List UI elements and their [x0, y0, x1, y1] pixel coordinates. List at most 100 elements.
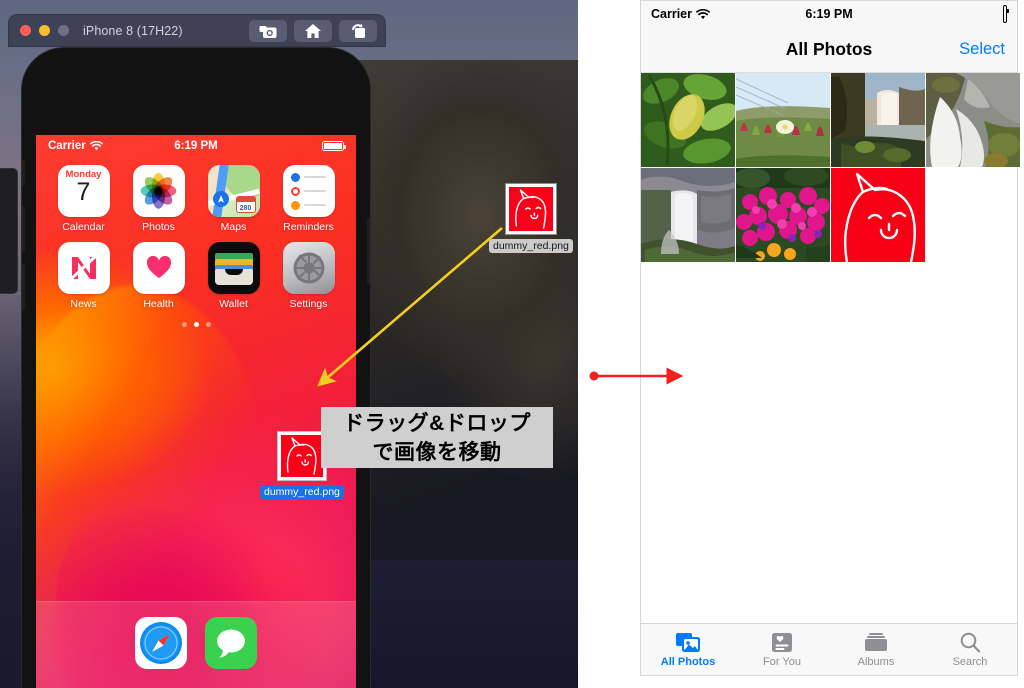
- tab-for-you[interactable]: For You: [735, 632, 829, 668]
- settings-icon[interactable]: [282, 242, 335, 294]
- photo-pink-flowers[interactable]: [736, 168, 830, 262]
- photo-thumbnail: [831, 73, 925, 167]
- app-label-reminders: Reminders: [283, 221, 334, 233]
- tab-label-all-photos: All Photos: [660, 655, 716, 668]
- ios-home-screen[interactable]: Carrier 6:19 PM Monday 7 Calendar Photos…: [36, 135, 356, 688]
- app-label-calendar: Calendar: [62, 221, 105, 233]
- file-name-label: dummy_red.png: [260, 485, 344, 499]
- photo-leaves[interactable]: [641, 73, 735, 167]
- battery-icon: [1002, 4, 1007, 24]
- reminders-row: [291, 200, 326, 210]
- app-icon-grid: Monday 7 Calendar Photos 280 Maps Remind…: [36, 157, 356, 310]
- gear-icon: [293, 252, 324, 284]
- reminders-row: [291, 172, 326, 182]
- safari-icon[interactable]: [135, 617, 187, 669]
- photo-thumbnail: [736, 73, 830, 167]
- photos-stack-icon: [676, 632, 700, 652]
- background-window[interactable]: [0, 168, 18, 294]
- app-calendar[interactable]: Monday 7 Calendar: [46, 165, 121, 233]
- messages-icon[interactable]: [205, 617, 257, 669]
- maps-badge-number: 280: [239, 205, 252, 212]
- speech-bubble-glyph: [217, 629, 245, 658]
- simulator-title: iPhone 8 (17H22): [83, 23, 183, 38]
- app-settings[interactable]: Settings: [271, 242, 346, 310]
- maps-location-pin: [212, 191, 229, 207]
- maps-icon[interactable]: 280: [207, 165, 260, 217]
- photo-waterfall-rocks[interactable]: [926, 73, 1020, 167]
- close-button[interactable]: [20, 25, 31, 36]
- rotate-button[interactable]: [339, 20, 377, 42]
- health-icon[interactable]: [132, 242, 185, 294]
- photo-thumbnail: [641, 168, 735, 262]
- photos-app-window[interactable]: Carrier 6:19 PM All Photos Select All Ph…: [640, 0, 1020, 676]
- page-dot-active[interactable]: [193, 322, 199, 327]
- select-button[interactable]: Select: [959, 40, 1005, 59]
- tab-label-search: Search: [952, 655, 988, 668]
- photos-icon[interactable]: [132, 165, 185, 217]
- tab-label-for-you: For You: [763, 655, 801, 668]
- photo-grid: [641, 73, 1020, 623]
- photo-thumbnail: [736, 168, 830, 262]
- status-battery: [322, 141, 346, 151]
- home-page-indicator: [36, 322, 356, 327]
- maximize-button[interactable]: [58, 25, 69, 36]
- app-label-photos: Photos: [142, 221, 175, 233]
- photo-thumbnail: [831, 168, 925, 262]
- app-label-settings: Settings: [289, 298, 328, 310]
- app-label-health: Health: [143, 298, 174, 310]
- app-photos[interactable]: Photos: [121, 165, 196, 233]
- file-name-label: dummy_red.png: [489, 239, 573, 253]
- tab-albums[interactable]: Albums: [829, 632, 923, 668]
- ios-dock: [36, 601, 356, 688]
- minimize-button[interactable]: [39, 25, 50, 36]
- volume-up-button[interactable]: [22, 206, 25, 252]
- safari-compass-glyph: [140, 622, 182, 664]
- desktop-file-icon[interactable]: dummy_red.png: [489, 184, 573, 253]
- calendar-icon[interactable]: Monday 7: [57, 165, 110, 217]
- cat-drawing-icon: [277, 432, 326, 480]
- photo-thumbnail: [926, 73, 1020, 167]
- app-reminders[interactable]: Reminders: [271, 165, 346, 233]
- page-dot[interactable]: [181, 322, 187, 327]
- tab-all-photos[interactable]: All Photos: [641, 632, 735, 668]
- albums-icon: [865, 632, 887, 651]
- macos-desktop: iPhone 8 (17H22) Carrier 6:19 PM Monday …: [0, 0, 578, 688]
- home-button[interactable]: [294, 20, 332, 42]
- reminders-icon[interactable]: [282, 165, 335, 217]
- news-n-glyph: [68, 253, 98, 282]
- calendar-date: 7: [76, 178, 91, 206]
- iphone-simulator-device[interactable]: Carrier 6:19 PM Monday 7 Calendar Photos…: [22, 48, 370, 688]
- app-label-wallet: Wallet: [219, 298, 248, 310]
- cat-outline-glyph: [515, 189, 547, 229]
- photo-beach-flowers[interactable]: [736, 73, 830, 167]
- app-label-news: News: [70, 298, 97, 310]
- wallet-icon[interactable]: [207, 242, 260, 294]
- cat-outline-glyph: [286, 437, 317, 475]
- caption-line-1: ドラッグ&ドロップ: [343, 411, 531, 435]
- photos-flower: [139, 171, 179, 211]
- screenshot-button[interactable]: [249, 20, 287, 42]
- maps-route-badge: 280: [235, 196, 256, 213]
- news-icon[interactable]: [57, 242, 110, 294]
- app-maps[interactable]: 280 Maps: [196, 165, 271, 233]
- page-dot[interactable]: [205, 322, 211, 327]
- tab-label-albums: Albums: [857, 655, 895, 668]
- simulator-window[interactable]: iPhone 8 (17H22): [8, 14, 386, 47]
- simulator-toolbar: [249, 20, 377, 42]
- photos-tab-bar: All Photos For You Albums Search: [641, 623, 1017, 675]
- simulator-titlebar[interactable]: iPhone 8 (17H22): [9, 15, 385, 46]
- app-wallet[interactable]: Wallet: [196, 242, 271, 310]
- volume-down-button[interactable]: [22, 264, 25, 310]
- app-health[interactable]: Health: [121, 242, 196, 310]
- home-icon: [305, 24, 321, 38]
- tab-search[interactable]: Search: [923, 632, 1017, 668]
- cat-drawing-icon: [505, 184, 556, 234]
- status-battery: [1002, 4, 1007, 24]
- mute-switch[interactable]: [22, 160, 25, 186]
- for-you-icon: [772, 632, 792, 652]
- photo-skogafoss[interactable]: [641, 168, 735, 262]
- photo-waterfall-canyon[interactable]: [831, 73, 925, 167]
- power-button[interactable]: [367, 218, 370, 284]
- app-news[interactable]: News: [46, 242, 121, 310]
- photo-red-cat[interactable]: [831, 168, 925, 262]
